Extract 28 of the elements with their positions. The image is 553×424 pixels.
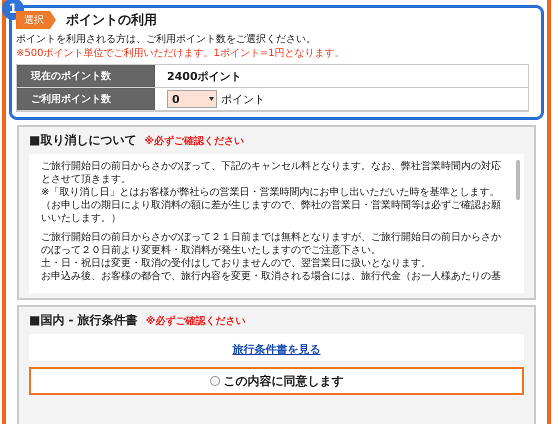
row-header: ご利用ポイント数 bbox=[17, 88, 155, 111]
policy-text-line: いいたします。） bbox=[41, 212, 122, 225]
section-title: ■国内 - 旅行条件書 bbox=[29, 312, 138, 329]
policy-text-box[interactable] bbox=[29, 154, 524, 293]
notice-text: ※必ずご確認ください bbox=[146, 314, 246, 328]
notice-text: ※必ずご確認ください bbox=[144, 134, 244, 148]
policy-text-line: 土・日・祝日は変更・取消の受付はしておりませんので、翌営業日に扱いとなります。 bbox=[41, 257, 432, 270]
radio-button[interactable] bbox=[210, 376, 220, 386]
policy-text-line: とさせて頂きます。 bbox=[41, 173, 132, 186]
terms-link[interactable]: 旅行条件書を見る bbox=[232, 343, 320, 356]
instruction-text: ポイントを利用される方は、ご利用ポイント数をご選択ください。 bbox=[16, 32, 317, 46]
policy-text-line: のぼって２０日前より変更料・取消料が発生いたしますのでご注意下さい。 bbox=[41, 244, 382, 257]
agree-option[interactable]: この内容に同意します bbox=[29, 367, 524, 395]
section-title: ■取り消しについて bbox=[29, 132, 136, 149]
row-header: 現在のポイント数 bbox=[17, 65, 155, 88]
policy-text-line: ※「取り消し日」とはお客様が弊社らの営業日・営業時間内にお申し出いただいた時を基準とします。 bbox=[41, 186, 500, 199]
step-tag: 選択 bbox=[16, 11, 56, 29]
policy-text-line: お申込み後、お客様の都合で、旅行内容を変更・取消される場合には、旅行代金（お一人様あたりの基 bbox=[41, 270, 502, 283]
dropdown-icon bbox=[209, 97, 214, 101]
points-select[interactable]: 0 bbox=[167, 90, 217, 108]
policy-text-line: ご旅行開始日の前日からさかのぼって２１日前までは無料となりますが、ご旅行開始日の前日からさか bbox=[41, 231, 502, 244]
section-title: ポイントの利用 bbox=[66, 12, 157, 29]
policy-text-line: （お申し出の期日により取消料の額に差が生じますので、弊社の営業日・営業時間等は必ずご確認お願 bbox=[41, 199, 502, 212]
scrollbar-thumb[interactable] bbox=[516, 160, 520, 200]
warning-text: ※500ポイント単位でご利用いただけます。1ポイント=1円となります。 bbox=[16, 46, 346, 60]
policy-text-line: ご旅行開始日の前日からさかのぼって、下記のキャンセル料となります。なお、弊社営業時間内の対応 bbox=[41, 160, 502, 173]
points-value: 2400ポイント bbox=[167, 68, 242, 84]
unit-label: ポイント bbox=[221, 92, 265, 106]
